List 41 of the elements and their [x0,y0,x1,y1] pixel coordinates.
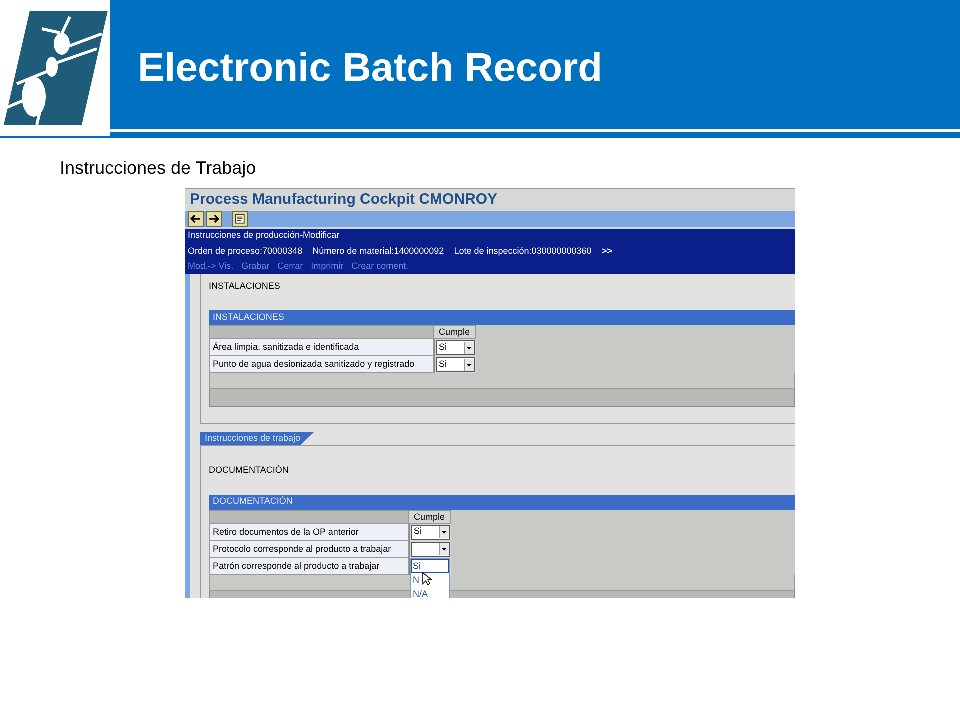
header-title: Instrucciones de producción-Modificar [188,229,341,242]
section-label: INSTALACIONES [209,280,282,292]
header-field: Orden de proceso:70000348 [188,244,303,258]
dropdown-field[interactable] [411,542,450,556]
caret-icon[interactable] [464,358,474,370]
dropdown-value: Si [438,340,448,354]
section-label: DOCUMENTACIÓN [209,464,290,477]
header-field: Número de material:1400000092 [312,244,444,258]
table-cell: Patrón corresponde al producto a trabajar [209,558,409,574]
caret-icon[interactable] [439,543,449,555]
table-title: DOCUMENTACIÓN [213,495,293,508]
menu-link[interactable]: Grabar [242,260,270,274]
dropdown-field[interactable]: Si [436,357,475,372]
dropdown-option[interactable]: Si [411,558,449,572]
dropdown-value: Si [438,358,448,371]
table-cell: Punto de agua desionizada sanitizado y registrado [209,356,434,373]
document-icon[interactable] [232,211,248,227]
menu-link[interactable]: Mod.-> Vis. [188,260,234,274]
window-title: Process Manufacturing Cockpit CMONROY [190,190,498,210]
section-tab[interactable]: Instrucciones de trabajo [200,432,315,445]
cursor-icon [422,572,432,586]
column-header: Cumple [434,325,476,339]
dropdown-field[interactable]: Si [436,340,475,355]
caret-icon[interactable] [439,526,449,538]
table-cell: Área limpia, sanitizada e identificada [209,339,434,356]
header-field: Lote de inspección:030000000360 [454,244,592,258]
slide-title: Electronic Batch Record [138,44,603,92]
table-cell: Retiro documentos de la OP anterior [209,524,409,540]
dropdown-option[interactable]: N/A [411,586,449,598]
menu-link[interactable]: Cerrar [278,260,304,274]
caret-icon[interactable] [464,342,474,354]
column-header: Cumple [409,510,451,524]
dropdown-value: Si [413,525,424,538]
table-title: INSTALACIONES [213,310,284,324]
table-cell: Protocolo corresponde al producto a trabajar [209,540,409,558]
menu-link[interactable]: Crear coment. [352,260,409,274]
slide-subtitle: Instrucciones de Trabajo [60,158,256,178]
dropdown-field[interactable]: Si [411,524,450,540]
menu-link[interactable]: Imprimir [311,260,344,274]
dropdown-option[interactable]: N [411,572,449,586]
more-link[interactable]: >> [602,244,612,258]
